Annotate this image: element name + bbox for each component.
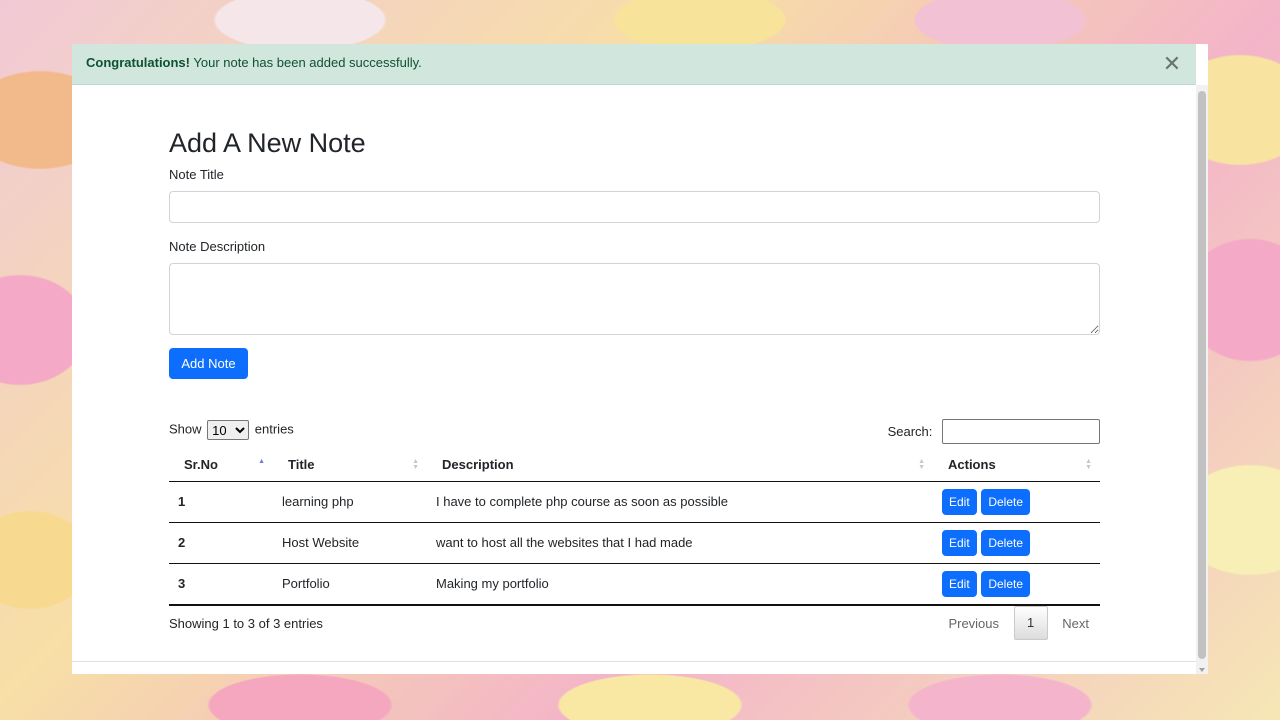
cell-actions: Edit Delete: [933, 563, 1100, 606]
entries-length-control: Show 10 entries: [169, 420, 294, 440]
column-header-srno[interactable]: Sr.No ▲▼: [169, 449, 273, 482]
edit-button[interactable]: Edit: [942, 570, 977, 597]
pagination: Previous 1 Next: [937, 606, 1100, 640]
scrollbar-thumb[interactable]: [1198, 91, 1206, 659]
column-header-title[interactable]: Title ▲ ▼: [273, 449, 427, 482]
cell-title: Portfolio: [273, 563, 427, 606]
cell-title: learning php: [273, 481, 427, 523]
vertical-scrollbar[interactable]: [1196, 85, 1208, 674]
column-label: Sr.No: [184, 457, 218, 473]
alert-strong: Congratulations!: [86, 55, 190, 70]
delete-button[interactable]: Delete: [981, 570, 1030, 597]
page-1-button[interactable]: 1: [1013, 606, 1048, 640]
table-header-row: Sr.No ▲▼ Title ▲▼ Description ▲▼ Actions…: [169, 449, 1100, 482]
cell-srno: 1: [169, 481, 273, 523]
search-label: Search:: [887, 424, 933, 439]
table-row: 3 Portfolio Making my portfolio Edit Del…: [169, 563, 1100, 606]
page-title: Add A New Note: [169, 128, 366, 158]
sort-icon: ▲ ▼: [918, 458, 925, 471]
previous-page-button[interactable]: Previous: [937, 616, 1010, 631]
edit-button[interactable]: Edit: [942, 529, 977, 556]
note-description-label: Note Description: [169, 239, 266, 254]
column-header-actions[interactable]: Actions ▲ ▼: [933, 449, 1100, 482]
cell-title: Host Website: [273, 522, 427, 564]
entries-select[interactable]: 10: [207, 420, 250, 440]
table-search: Search:: [888, 419, 1100, 444]
column-header-description[interactable]: Description ▲ ▼: [427, 449, 933, 482]
next-page-button[interactable]: Next: [1051, 616, 1100, 631]
search-input[interactable]: [942, 419, 1100, 444]
table-row: 1 learning php I have to complete php co…: [169, 481, 1100, 523]
sort-icon: ▲ ▼: [1085, 458, 1092, 471]
delete-button[interactable]: Delete: [981, 488, 1030, 515]
column-label: Description: [442, 457, 514, 473]
success-alert: Congratulations! Your note has been adde…: [72, 44, 1196, 85]
column-label: Title: [288, 457, 315, 473]
cell-srno: 3: [169, 563, 273, 606]
table-row: 2 Host Website want to host all the webs…: [169, 522, 1100, 564]
edit-button[interactable]: Edit: [942, 488, 977, 515]
cell-actions: Edit Delete: [933, 481, 1100, 523]
cell-description: want to host all the websites that I had…: [427, 522, 933, 564]
sort-icon: ▲ ▼: [412, 458, 419, 471]
column-label: Actions: [948, 457, 996, 473]
close-icon[interactable]: ✕: [1160, 52, 1184, 76]
browser-window: Congratulations! Your note has been adde…: [72, 44, 1208, 674]
cell-description: Making my portfolio: [427, 563, 933, 606]
table-info: Showing 1 to 3 of 3 entries: [169, 616, 323, 631]
cell-srno: 2: [169, 522, 273, 564]
show-suffix: entries: [254, 421, 294, 437]
note-title-input[interactable]: [169, 191, 1100, 223]
show-prefix: Show: [169, 421, 202, 437]
scroll-down-arrow-icon[interactable]: [1199, 668, 1205, 672]
sort-ascending-icon: ▲▼: [258, 458, 265, 465]
notes-table: Sr.No ▲▼ Title ▲▼ Description ▲▼ Actions…: [169, 449, 1100, 606]
add-note-button[interactable]: Add Note: [169, 348, 248, 379]
note-title-label: Note Title: [169, 167, 224, 182]
delete-button[interactable]: Delete: [981, 529, 1030, 556]
cell-actions: Edit Delete: [933, 522, 1100, 564]
alert-message: Your note has been added successfully.: [193, 55, 422, 70]
note-description-textarea[interactable]: [169, 263, 1100, 335]
page-divider: [72, 661, 1196, 662]
cell-description: I have to complete php course as soon as…: [427, 481, 933, 523]
